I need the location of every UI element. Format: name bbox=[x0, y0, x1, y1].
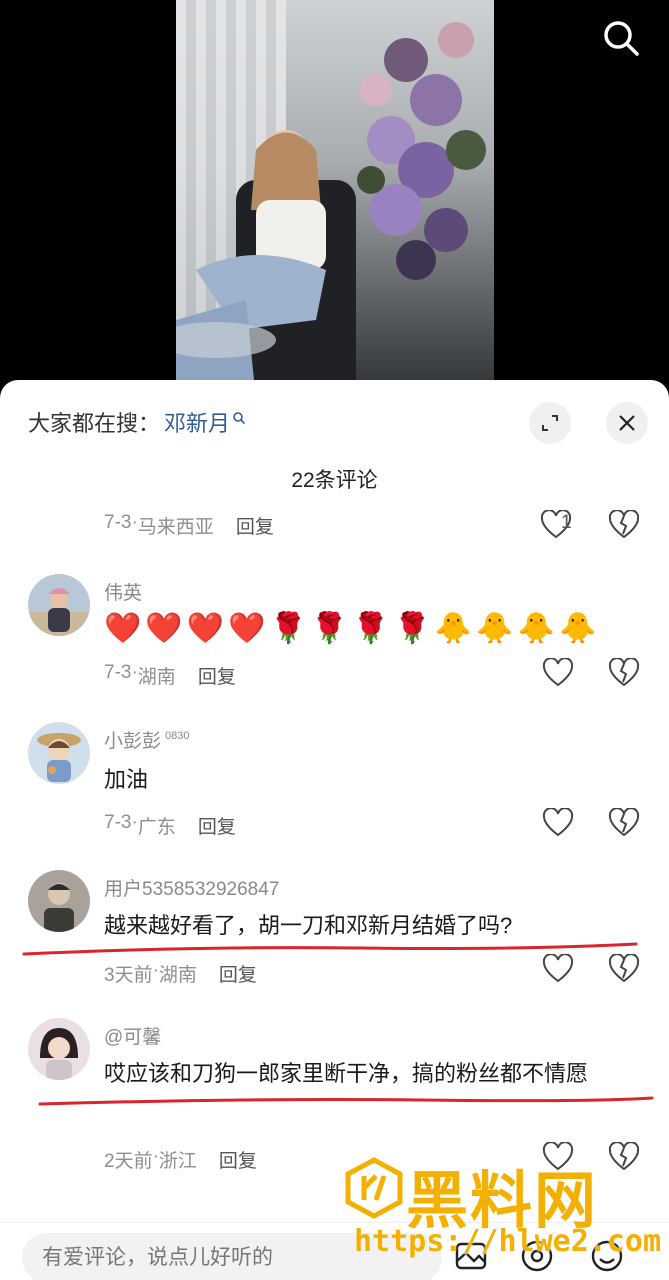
hot-search-prefix: 大家都在搜： bbox=[28, 411, 161, 436]
reply-button[interactable]: 回复 bbox=[198, 662, 236, 689]
comment-meta: 3天前 · 湖南 回复 bbox=[104, 960, 257, 987]
video-frame bbox=[176, 0, 494, 400]
hot-search-link[interactable]: 大家都在搜： 邓新月 bbox=[28, 406, 246, 438]
heart-emoji: ❤️ bbox=[104, 612, 142, 645]
expand-icon bbox=[542, 415, 558, 431]
at-mention-icon[interactable] bbox=[518, 1237, 556, 1275]
comment-meta: 2天前 · 浙江 回复 bbox=[104, 1146, 257, 1173]
comment-meta: 7-3 · 广东 回复 bbox=[104, 812, 236, 839]
comment-location: 马来西亚 bbox=[137, 517, 214, 538]
search-icon[interactable] bbox=[601, 18, 641, 58]
emoji-icon[interactable] bbox=[588, 1237, 626, 1275]
dislike-icon[interactable] bbox=[608, 1142, 640, 1172]
rose-emoji: 🌹 bbox=[393, 612, 431, 645]
comment-count-title: 22条评论 bbox=[291, 469, 378, 492]
avatar[interactable] bbox=[28, 1018, 90, 1080]
like-count: 1 bbox=[561, 512, 572, 533]
avatar[interactable] bbox=[28, 574, 90, 636]
chick-emoji: 🐥 bbox=[476, 612, 514, 645]
dislike-icon[interactable] bbox=[608, 510, 640, 540]
dislike-icon[interactable] bbox=[608, 808, 640, 838]
comment-username[interactable]: 小彭彭 0830 bbox=[104, 726, 190, 753]
reply-button[interactable]: 回复 bbox=[219, 1146, 257, 1173]
comment-date: 2天前 bbox=[104, 1151, 153, 1172]
rose-emoji: 🌹 bbox=[269, 612, 307, 645]
small-search-icon bbox=[233, 412, 246, 425]
comment-text: 哎应该和刀狗一郎家里断干净，搞的粉丝都不情愿 bbox=[104, 1061, 589, 1086]
heart-emoji: ❤️ bbox=[145, 612, 183, 645]
comment-username[interactable]: 用户5358532926847 bbox=[104, 874, 279, 901]
expand-button[interactable] bbox=[529, 402, 571, 444]
like-icon[interactable] bbox=[542, 954, 574, 984]
like-icon[interactable] bbox=[542, 658, 574, 688]
comment-text: 加油 bbox=[104, 767, 149, 792]
woman-sitting-image bbox=[176, 130, 356, 400]
image-icon[interactable] bbox=[452, 1237, 490, 1275]
hot-search-keyword[interactable]: 邓新月 bbox=[164, 406, 230, 438]
reply-button[interactable]: 回复 bbox=[219, 960, 257, 987]
chick-emoji: 🐥 bbox=[517, 612, 555, 645]
comment-text: 越来越好看了，胡一刀和邓新月结婚了吗? bbox=[104, 913, 513, 938]
like-icon[interactable] bbox=[542, 808, 574, 838]
comment-location: 浙江 bbox=[158, 1151, 197, 1172]
like-icon[interactable] bbox=[542, 1142, 574, 1172]
red-underline-annotation bbox=[38, 1096, 654, 1106]
video-player[interactable] bbox=[0, 0, 669, 400]
rose-emoji: 🌹 bbox=[310, 612, 349, 645]
comment-location: 广东 bbox=[137, 817, 176, 838]
comment-input-bar: 有爱评论，说点儿好听的 bbox=[0, 1222, 669, 1280]
close-icon bbox=[619, 415, 635, 431]
comment-sheet: 大家都在搜： 邓新月 22条评论 7-3 · 马来西亚 回复 1 伟英 ❤️ ❤… bbox=[0, 380, 669, 1280]
username-text: 小彭彭 bbox=[104, 731, 162, 752]
heart-emoji: ❤️ bbox=[228, 612, 266, 645]
comment-date: 7-3 bbox=[104, 662, 132, 683]
rose-emoji: 🌹 bbox=[352, 612, 390, 645]
dislike-icon[interactable] bbox=[608, 954, 640, 984]
comment-input[interactable]: 有爱评论，说点儿好听的 bbox=[22, 1233, 442, 1280]
chick-emoji: 🐥 bbox=[434, 612, 473, 645]
avatar[interactable] bbox=[28, 870, 90, 932]
comment-location: 湖南 bbox=[137, 667, 176, 688]
heart-emoji: ❤️ bbox=[186, 612, 225, 645]
comment-list[interactable]: 7-3 · 马来西亚 回复 1 伟英 ❤️ ❤️ ❤️ ❤️ 🌹 🌹 🌹 🌹 🐥… bbox=[0, 504, 669, 1224]
close-button[interactable] bbox=[606, 402, 648, 444]
chick-emoji: 🐥 bbox=[558, 612, 597, 645]
comment-date: 7-3 bbox=[104, 512, 132, 533]
comment-meta: 7-3 · 马来西亚 回复 bbox=[104, 512, 274, 539]
comment-username[interactable]: 伟英 bbox=[104, 578, 142, 605]
comment-location: 湖南 bbox=[158, 965, 197, 986]
username-sup: 0830 bbox=[165, 730, 190, 742]
sheet-header: 大家都在搜： 邓新月 bbox=[0, 380, 669, 460]
comment-date: 7-3 bbox=[104, 812, 132, 833]
comment-meta: 7-3 · 湖南 回复 bbox=[104, 662, 236, 689]
comment-date: 3天前 bbox=[104, 965, 153, 986]
reply-button[interactable]: 回复 bbox=[236, 512, 274, 539]
avatar[interactable] bbox=[28, 722, 90, 784]
reply-button[interactable]: 回复 bbox=[198, 812, 236, 839]
dislike-icon[interactable] bbox=[608, 658, 640, 688]
comment-emojis: ❤️ ❤️ ❤️ ❤️ 🌹 🌹 🌹 🌹 🐥 🐥 🐥 🐥 bbox=[104, 612, 596, 646]
comment-username[interactable]: @可馨 bbox=[104, 1022, 161, 1049]
